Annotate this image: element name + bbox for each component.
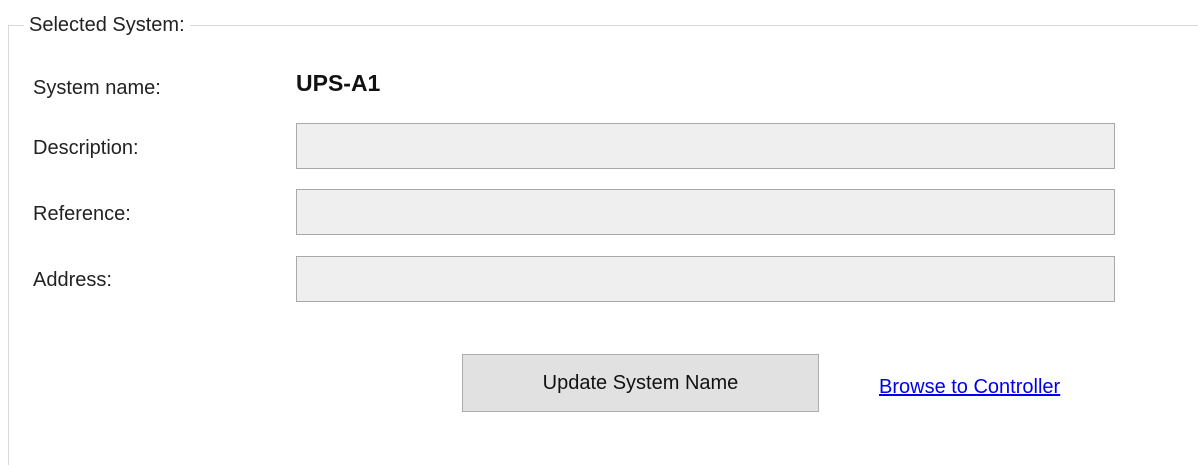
reference-field[interactable] (296, 189, 1115, 235)
system-name-label: System name: (33, 77, 161, 99)
address-label: Address: (33, 269, 112, 291)
browse-to-controller-link[interactable]: Browse to Controller (879, 374, 1060, 400)
description-label: Description: (33, 137, 139, 159)
description-field[interactable] (296, 123, 1115, 169)
selected-system-legend: Selected System: (24, 12, 190, 38)
system-name-value: UPS-A1 (296, 70, 381, 96)
reference-label: Reference: (33, 203, 131, 225)
update-system-name-button[interactable]: Update System Name (462, 354, 819, 412)
address-field[interactable] (296, 256, 1115, 302)
